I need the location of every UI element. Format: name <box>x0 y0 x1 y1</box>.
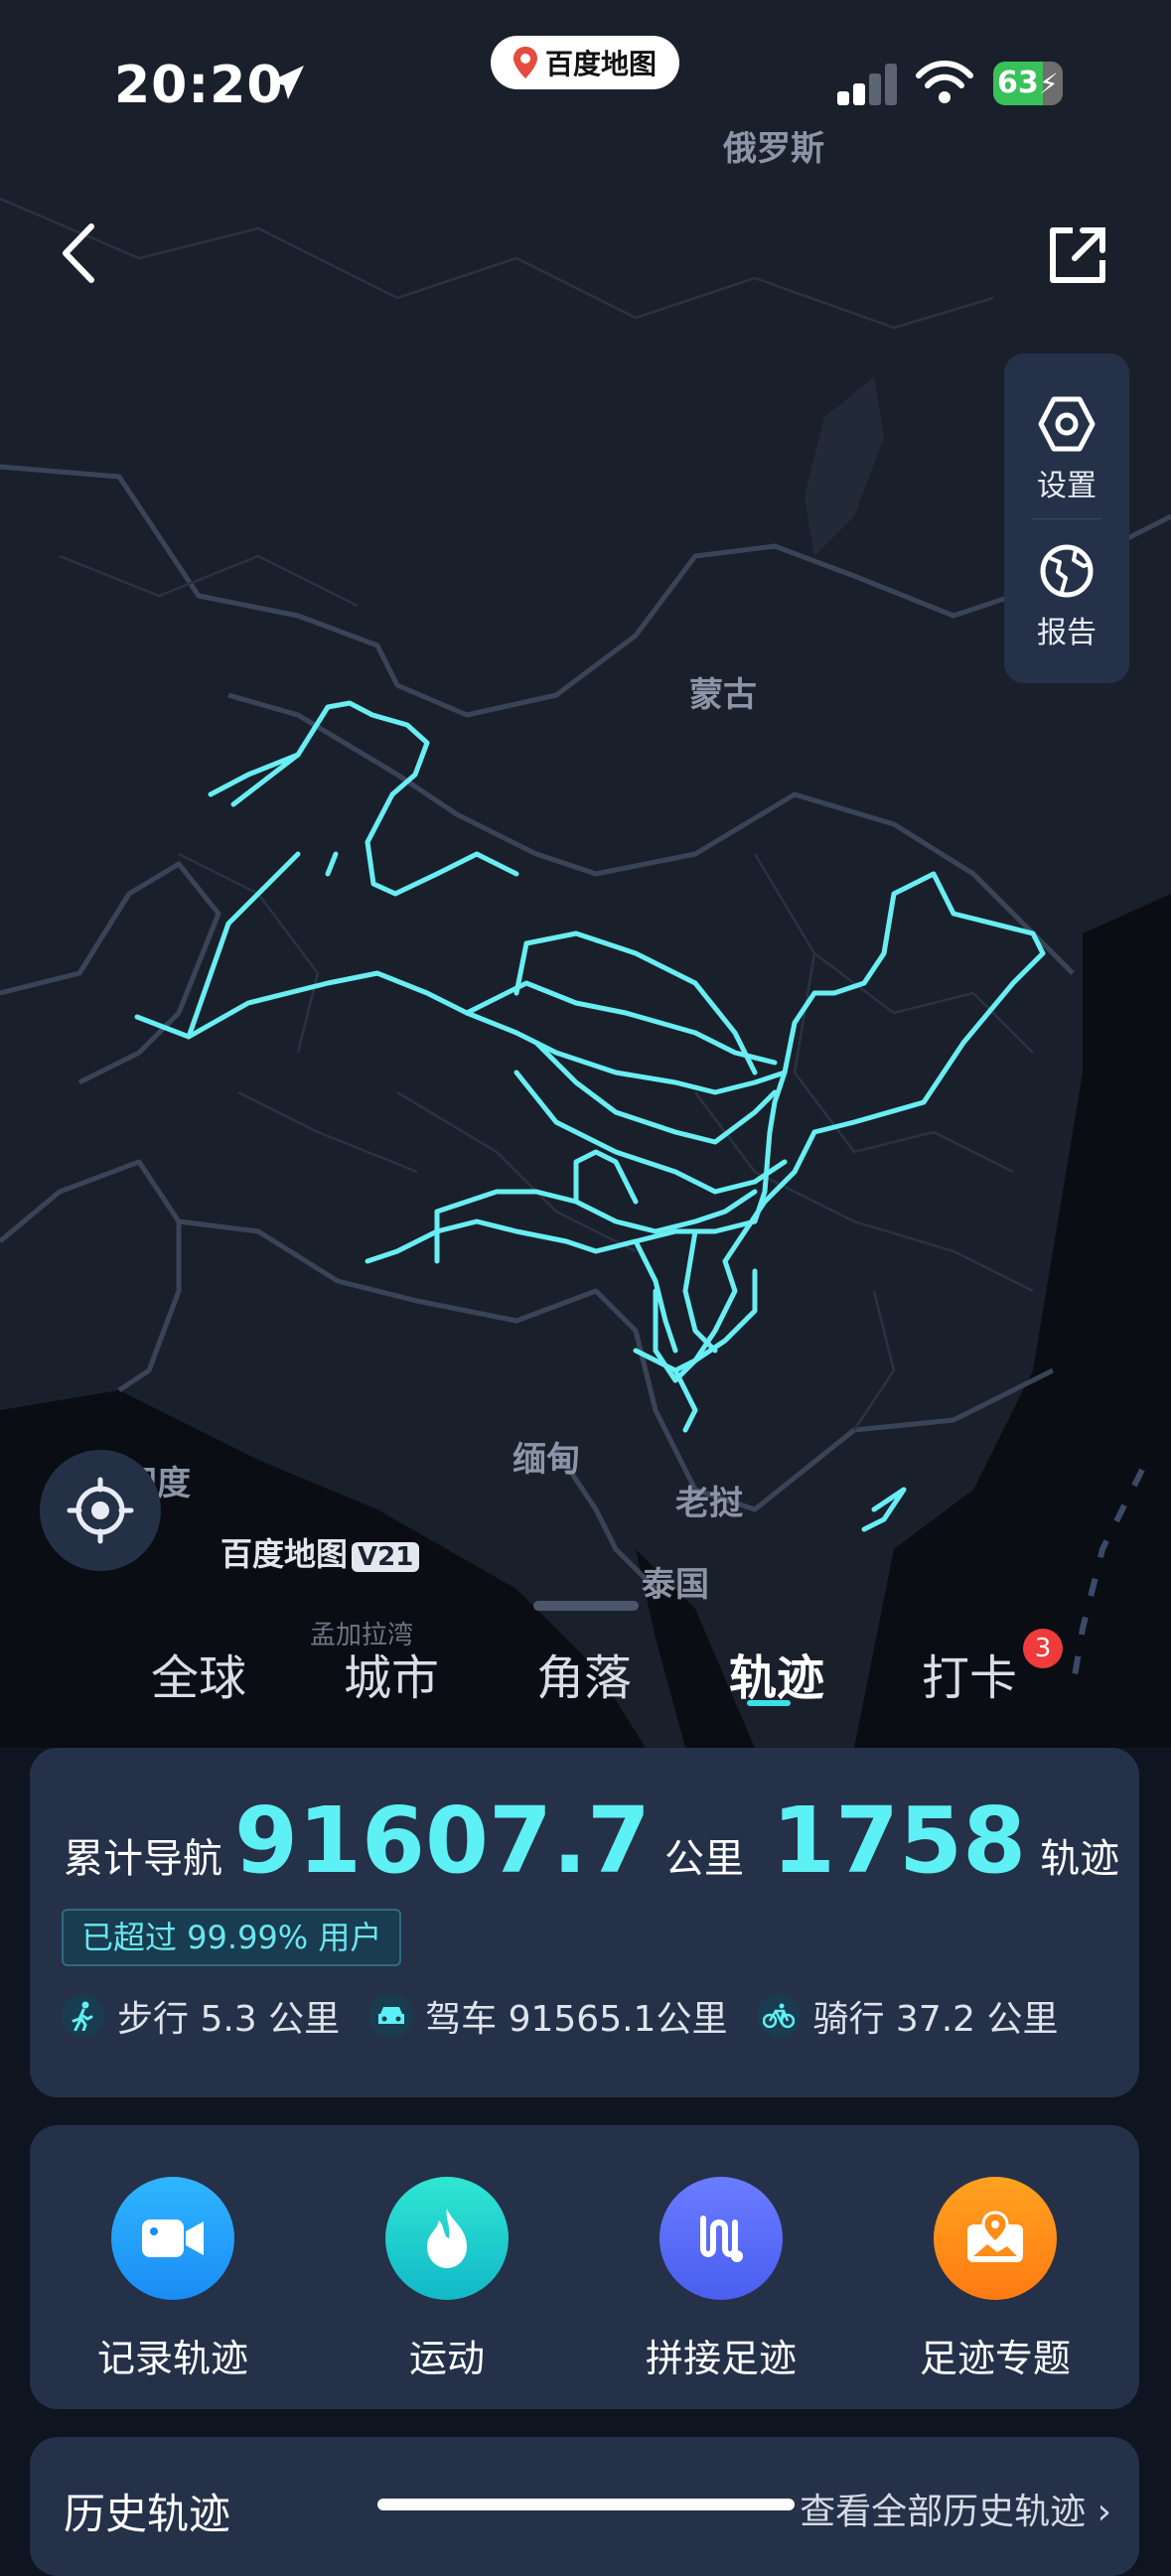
map-label-myanmar: 缅甸 <box>512 1440 580 1480</box>
share-button[interactable] <box>1043 220 1112 290</box>
tracks-value: 1758 <box>772 1788 1027 1894</box>
settings-button[interactable]: 设置 <box>1004 395 1129 504</box>
back-button[interactable] <box>54 218 103 288</box>
settings-label: 设置 <box>1037 469 1097 503</box>
tab-city[interactable]: 城市 <box>344 1639 439 1708</box>
stitch-footprint-label: 拼接足迹 <box>645 2337 797 2380</box>
status-time: 20:20 <box>114 56 284 115</box>
app-return-pill[interactable]: 百度地图 <box>491 36 679 89</box>
ride-distance: 骑行 37.2 公里 <box>812 1999 1059 2040</box>
location-arrow-icon <box>270 66 304 99</box>
distance-value: 91607.7 <box>234 1788 652 1894</box>
side-divider <box>1032 518 1101 519</box>
tab-tracks[interactable]: 轨迹 <box>729 1639 824 1708</box>
map-label-russia: 俄罗斯 <box>723 129 824 169</box>
map-label-laos: 老挝 <box>675 1484 743 1523</box>
tab-global[interactable]: 全球 <box>151 1639 246 1708</box>
map-logo-version: V21 <box>352 1542 420 1572</box>
ranking-badge: 已超过 99.99% 用户 <box>62 1909 402 1966</box>
ride-stat: 骑行 37.2 公里 <box>757 1990 1059 2042</box>
app-pill-label: 百度地图 <box>544 48 657 80</box>
walk-distance: 步行 5.3 公里 <box>117 1999 341 2040</box>
map-photo-icon <box>934 2177 1057 2300</box>
tab-corner[interactable]: 角落 <box>536 1639 632 1708</box>
category-tabs: 全球 城市 角落 轨迹 打卡 3 <box>0 1629 1171 1708</box>
globe-icon <box>1040 544 1094 598</box>
sport-button[interactable]: 运动 <box>338 2177 556 2382</box>
report-label: 报告 <box>1037 616 1097 650</box>
drive-distance: 驾车 91565.1公里 <box>425 1999 728 2040</box>
travel-mode-breakdown: 步行 5.3 公里 驾车 91565.1公里 骑行 37.2 公里 <box>62 1990 1089 2042</box>
hexagon-settings-icon <box>1038 396 1096 452</box>
map-label-thailand: 泰国 <box>642 1565 709 1605</box>
video-camera-icon <box>111 2177 234 2300</box>
view-all-history-link[interactable]: 查看全部历史轨迹 › <box>800 2483 1111 2534</box>
cellular-signal-icon <box>837 64 897 105</box>
walk-icon <box>62 1994 105 2038</box>
map-label-mongolia: 蒙古 <box>689 675 757 715</box>
stitch-footprint-button[interactable]: 拼接足迹 <box>612 2177 830 2382</box>
map-logo-text: 百度地图 <box>220 1535 349 1573</box>
map-pin-icon <box>512 47 537 78</box>
route-stitch-icon <box>659 2177 783 2300</box>
stats-card: 累计导航 91607.7 公里 1758 轨迹 已超过 99.99% 用户 步行… <box>30 1748 1139 2097</box>
walk-stat: 步行 5.3 公里 <box>62 1990 340 2042</box>
active-tab-underline <box>747 1700 791 1706</box>
record-track-label: 记录轨迹 <box>96 2337 248 2380</box>
drive-stat: 驾车 91565.1公里 <box>369 1990 727 2042</box>
map-logo: 百度地图 V21 <box>220 1529 420 1575</box>
sheet-drag-handle[interactable] <box>533 1601 639 1611</box>
checkin-badge: 3 <box>1023 1629 1063 1668</box>
car-icon <box>369 1994 414 2038</box>
stats-summary: 累计导航 91607.7 公里 1758 轨迹 <box>64 1788 1119 1894</box>
flame-icon <box>385 2177 509 2300</box>
footprint-topic-label: 足迹专题 <box>919 2337 1071 2380</box>
crosshair-icon <box>67 1477 134 1544</box>
footprint-topic-button[interactable]: 足迹专题 <box>886 2177 1104 2382</box>
tracks-unit: 轨迹 <box>1040 1836 1120 1882</box>
quick-actions-card: 记录轨迹 运动 拼接足迹 足迹专题 <box>30 2125 1139 2409</box>
distance-unit: 公里 <box>664 1836 745 1882</box>
record-track-button[interactable]: 记录轨迹 <box>64 2177 282 2382</box>
charging-bolt-icon: ⚡ <box>1039 68 1059 100</box>
history-title: 历史轨迹 <box>64 2490 231 2538</box>
battery-level: 63 <box>997 66 1039 100</box>
bicycle-icon <box>757 1994 802 2038</box>
locate-me-button[interactable] <box>40 1450 161 1571</box>
report-button[interactable]: 报告 <box>1004 542 1129 651</box>
tab-checkin[interactable]: 打卡 <box>922 1639 1017 1708</box>
wifi-icon <box>916 61 973 103</box>
sport-label: 运动 <box>408 2337 485 2380</box>
map-side-panel: 设置 报告 <box>1004 354 1129 683</box>
battery-indicator: 63 ⚡ <box>993 62 1069 105</box>
home-indicator[interactable] <box>377 2499 795 2510</box>
nav-total-label: 累计导航 <box>64 1836 222 1882</box>
